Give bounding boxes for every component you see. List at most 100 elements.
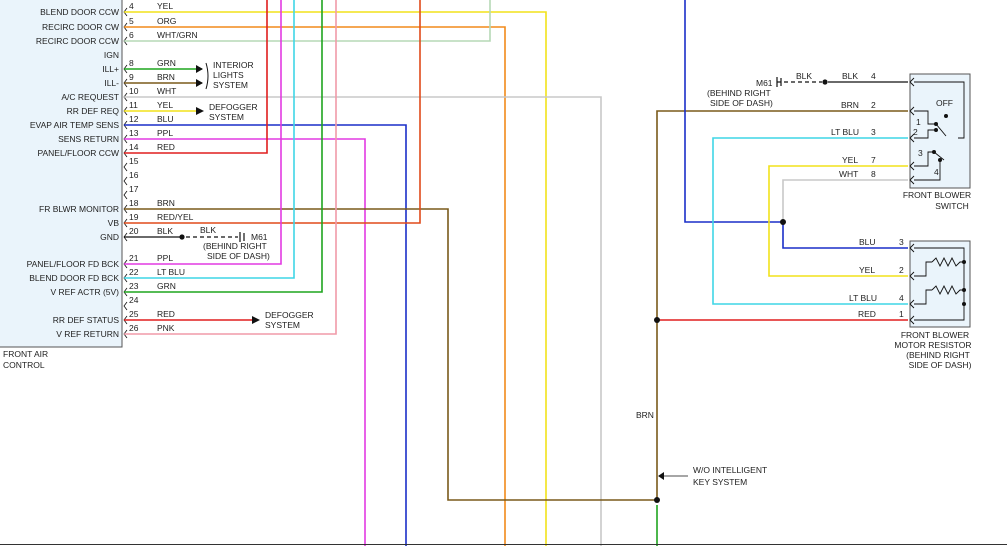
splice-brn-bottom xyxy=(654,497,660,503)
brn-vertical-label: BRN xyxy=(636,410,654,420)
pin-number-16: 16 xyxy=(129,170,139,180)
resistor-pin-1: 1 xyxy=(899,309,904,319)
wire-pin26-pnk xyxy=(124,0,337,335)
key-system-line2: KEY SYSTEM xyxy=(693,477,747,487)
wire-label-23: GRN xyxy=(157,281,176,291)
pin-number-4: 4 xyxy=(129,1,134,11)
switch-inner-2: 2 xyxy=(913,127,918,137)
resistor-title-3: (BEHIND RIGHT xyxy=(906,350,970,360)
ground-m61-left: BLK M61 (BEHIND RIGHT SIDE OF DASH) xyxy=(124,225,270,261)
m61-right-label: M61 xyxy=(756,78,773,88)
switch-pin-2: 2 xyxy=(871,100,876,110)
wire-label-5: ORG xyxy=(157,16,176,26)
resistor-title-4: SIDE OF DASH) xyxy=(909,360,972,370)
m61-left-note-1: (BEHIND RIGHT xyxy=(203,241,267,251)
resistor-wire-label-red: RED xyxy=(858,309,876,319)
pin-label-21: PANEL/FLOOR FD BCK xyxy=(27,259,120,269)
wiring-diagram: FRONT AIR CONTROL BLEND DOOR CCW 4 YEL RECI… xyxy=(0,0,1007,546)
resistor-title-2: MOTOR RESISTOR xyxy=(894,340,971,350)
front-blower-resistor-pins: 3 2 4 1 xyxy=(899,237,904,319)
switch-title-1: FRONT BLOWER xyxy=(903,190,971,200)
resistor-wire-label-ltblu: LT BLU xyxy=(849,293,877,303)
wire-yel-right xyxy=(768,165,908,277)
wire-blu-right xyxy=(684,0,908,249)
m61-left-note-2: SIDE OF DASH) xyxy=(207,251,270,261)
pin-number-13: 13 xyxy=(129,128,139,138)
pin-number-5: 5 xyxy=(129,16,134,26)
pin-label-ign: IGN xyxy=(104,50,119,60)
pin-number-21: 21 xyxy=(129,253,139,263)
pin-number-22: 22 xyxy=(129,267,139,277)
pin-label-12: EVAP AIR TEMP SENS xyxy=(30,120,119,130)
interior-lights-line2: LIGHTS xyxy=(213,70,244,80)
switch-title-2: SWITCH xyxy=(935,201,969,211)
wire-label-8: GRN xyxy=(157,58,176,68)
resistor-pin-4: 4 xyxy=(899,293,904,303)
pin-number-25: 25 xyxy=(129,309,139,319)
wire-label-14: RED xyxy=(157,142,175,152)
pin-tick-16 xyxy=(123,176,128,186)
wire-label-26: PNK xyxy=(157,323,175,333)
switch-wire-label-yel: YEL xyxy=(842,155,858,165)
wire-label-12: BLU xyxy=(157,114,174,124)
defogger-top-line1: DEFOGGER xyxy=(209,102,258,112)
wire-label-9: BRN xyxy=(157,72,175,82)
switch-pin-7: 7 xyxy=(871,155,876,165)
wire-pin4-yel xyxy=(124,11,547,546)
front-blower-switch: OFF 1 2 3 4 FRONT BLOWER SWITCH xyxy=(903,73,971,211)
pin-number-8: 8 xyxy=(129,58,134,68)
pin-label-19: VB xyxy=(108,218,120,228)
pin-label-18: FR BLWR MONITOR xyxy=(39,204,119,214)
wire-label-22: LT BLU xyxy=(157,267,185,277)
pin-number-12: 12 xyxy=(129,114,139,124)
pin-label-25: RR DEF STATUS xyxy=(53,315,120,325)
resistor-wire-label-blu: BLU xyxy=(859,237,876,247)
pin-number-17: 17 xyxy=(129,184,139,194)
wire-label-4: YEL xyxy=(157,1,173,11)
pin-tick-17 xyxy=(123,190,128,200)
wires-left xyxy=(124,0,657,546)
pin-number-11: 11 xyxy=(129,100,138,110)
wire-pin10-wht xyxy=(124,96,602,546)
pin-number-14: 14 xyxy=(129,142,139,152)
front-air-control-title-1: FRONT AIR xyxy=(3,349,48,359)
front-air-control-title-2: CONTROL xyxy=(3,360,45,370)
m61-right-wire-b: BLK xyxy=(842,71,858,81)
pin-number-19: 19 xyxy=(129,212,139,222)
pin-number-20: 20 xyxy=(129,226,139,236)
defogger-top-callout: DEFOGGER SYSTEM xyxy=(196,102,258,122)
wire-wht-right xyxy=(782,179,908,222)
pin-label-26: V REF RETURN xyxy=(56,329,119,339)
wire-pin18-brn xyxy=(124,208,657,501)
front-blower-resistor: FRONT BLOWER MOTOR RESISTOR (BEHIND RIGH… xyxy=(894,240,972,370)
defogger-bottom-callout: DEFOGGER SYSTEM xyxy=(252,310,314,330)
pin-label-6: RECIRC DOOR CCW xyxy=(36,36,119,46)
pin-label-23: V REF ACTR (5V) xyxy=(51,287,120,297)
key-system-line1: W/O INTELLIGENT xyxy=(693,465,767,475)
switch-inner-3: 3 xyxy=(918,148,923,158)
defogger-bottom-line1: DEFOGGER xyxy=(265,310,314,320)
switch-wire-label-brn: BRN xyxy=(841,100,859,110)
pin-number-24: 24 xyxy=(129,295,139,305)
pin-tick-24 xyxy=(123,301,128,311)
pin-label-11: RR DEF REQ xyxy=(67,106,120,116)
wire-ltblu-right xyxy=(712,137,908,305)
pin-number-18: 18 xyxy=(129,198,139,208)
interior-lights-line1: INTERIOR xyxy=(213,60,254,70)
pin-number-10: 10 xyxy=(129,86,139,96)
pin-label-9: ILL- xyxy=(104,78,119,88)
resistor-pin-2: 2 xyxy=(899,265,904,275)
pin-label-22: BLEND DOOR FD BCK xyxy=(29,273,119,283)
key-system-arrow xyxy=(658,472,664,480)
pin-tick-15 xyxy=(123,162,128,172)
switch-pin-3: 3 xyxy=(871,127,876,137)
defogger-top-line2: SYSTEM xyxy=(209,112,244,122)
switch-inner-4: 4 xyxy=(934,167,939,177)
switch-wire-label-wht: WHT xyxy=(839,169,858,179)
defogger-bottom-line2: SYSTEM xyxy=(265,320,300,330)
wire-label-20: BLK xyxy=(157,226,173,236)
pin-label-8: ILL+ xyxy=(102,64,119,74)
wire-label-21: PPL xyxy=(157,253,173,263)
wire-pin12-blu xyxy=(124,124,407,546)
m61-right-note-2: SIDE OF DASH) xyxy=(710,98,773,108)
